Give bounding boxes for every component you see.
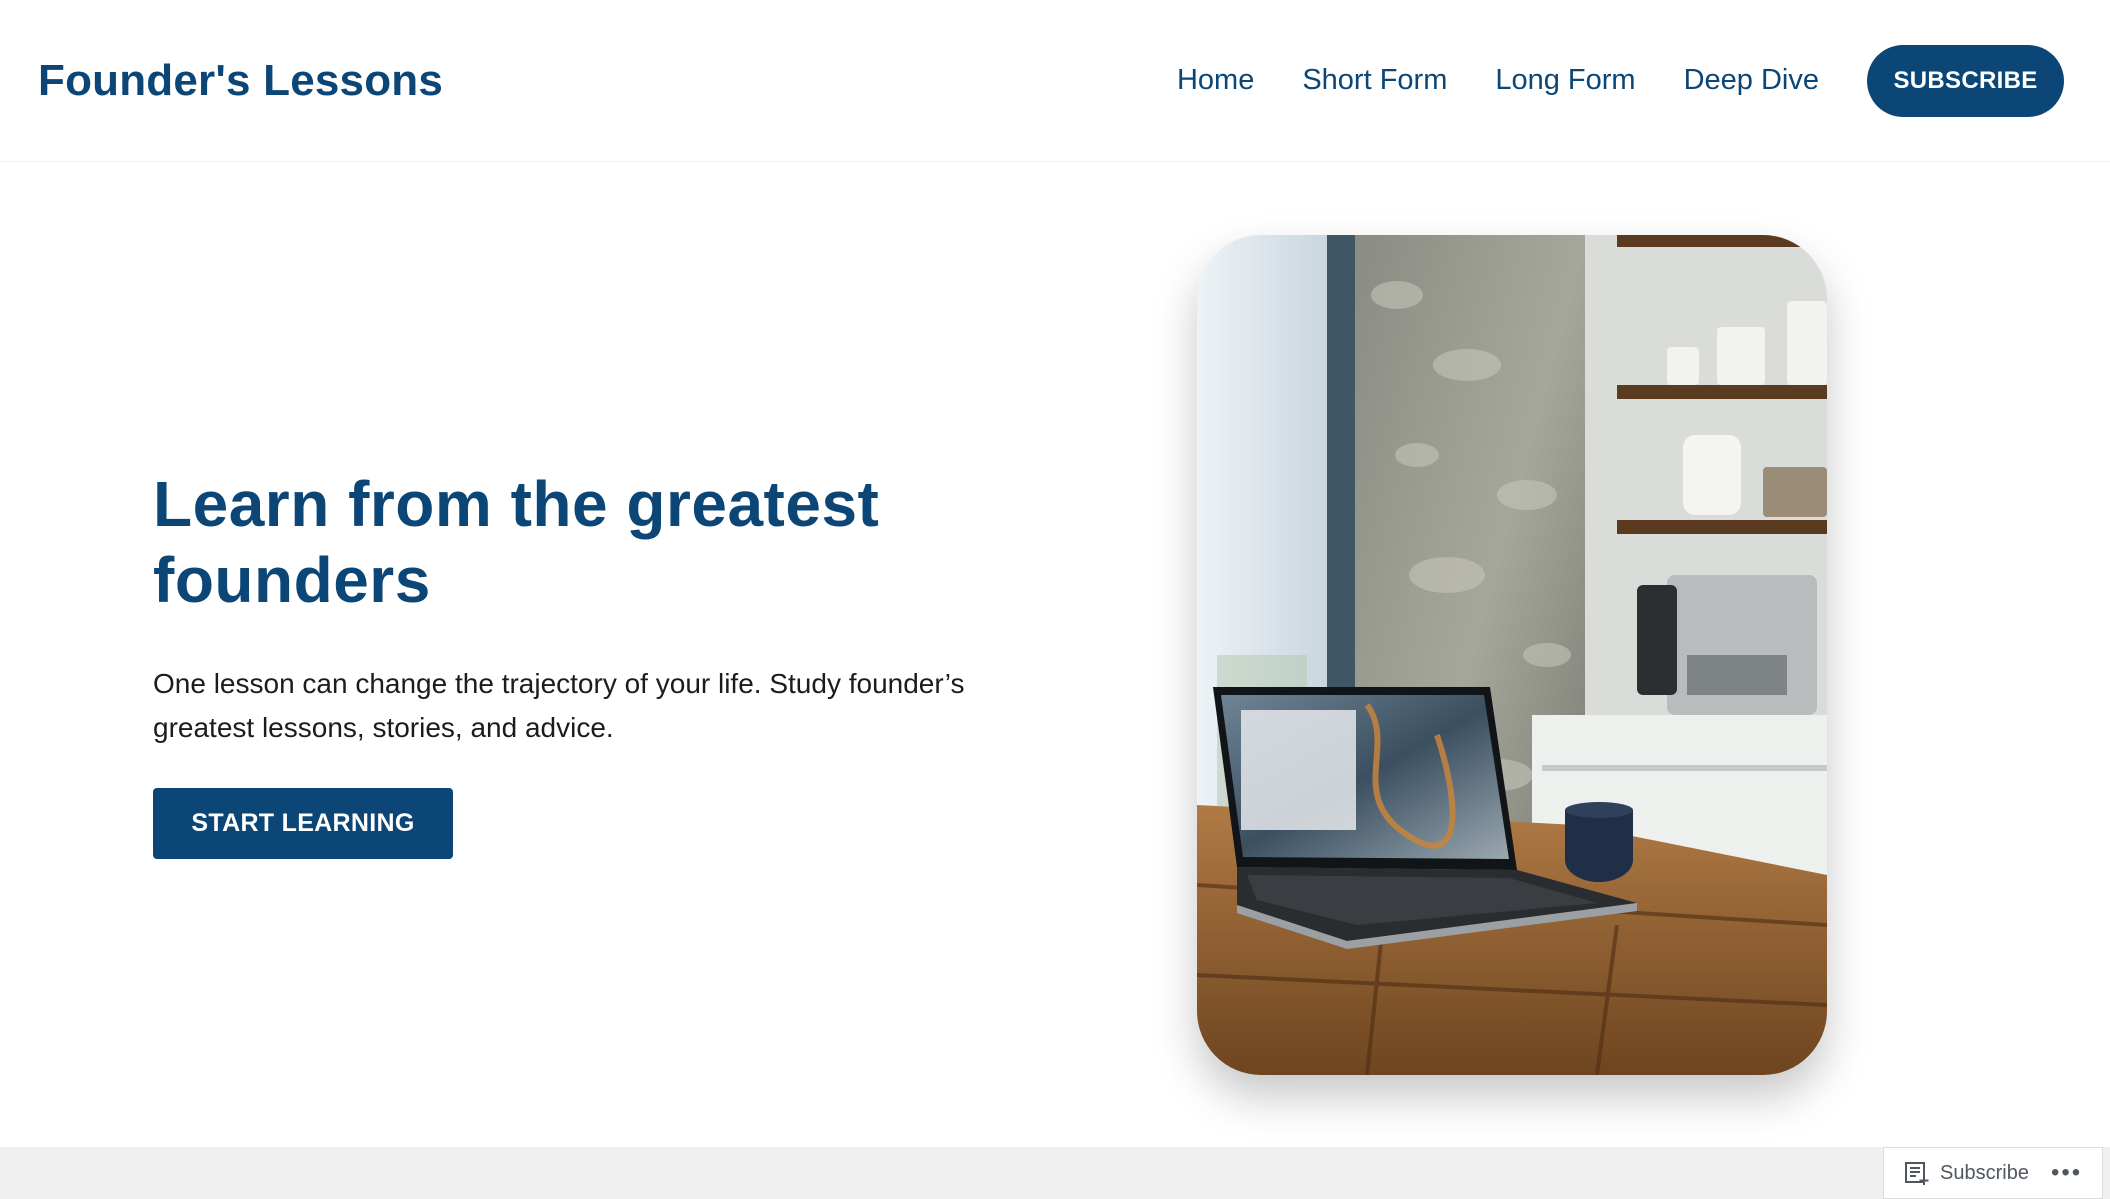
hero-subheading: One lesson can change the trajectory of … bbox=[153, 668, 965, 743]
site-header: Founder's Lessons Home Short Form Long F… bbox=[0, 0, 2110, 162]
floating-subscribe-button[interactable]: Subscribe bbox=[1940, 1162, 2029, 1185]
floating-subscribe-bar: Subscribe ••• bbox=[1883, 1147, 2103, 1199]
main-nav: Home Short Form Long Form Deep Dive SUBS… bbox=[1129, 44, 2064, 117]
hero-heading: Learn from the greatest founders bbox=[153, 468, 880, 616]
footer-strip bbox=[0, 1147, 2110, 1199]
page: Founder's Lessons Home Short Form Long F… bbox=[0, 0, 2110, 1199]
nav-deep-dive[interactable]: Deep Dive bbox=[1684, 64, 1819, 97]
site-title-link[interactable]: Founder's Lessons bbox=[38, 56, 443, 106]
header-subscribe-button[interactable]: SUBSCRIBE bbox=[1867, 44, 2064, 117]
nav-long-form[interactable]: Long Form bbox=[1495, 64, 1635, 97]
more-options-icon[interactable]: ••• bbox=[2051, 1159, 2082, 1187]
laptop-on-table-illustration bbox=[1197, 235, 1827, 1075]
nav-home[interactable]: Home bbox=[1177, 64, 1254, 97]
hero-text: Learn from the greatest founders One les… bbox=[153, 466, 1053, 859]
start-learning-button[interactable]: START LEARNING bbox=[153, 788, 453, 859]
reader-subscribe-icon bbox=[1905, 1162, 1929, 1185]
nav-short-form[interactable]: Short Form bbox=[1302, 64, 1447, 97]
hero-image bbox=[1197, 235, 1827, 1075]
